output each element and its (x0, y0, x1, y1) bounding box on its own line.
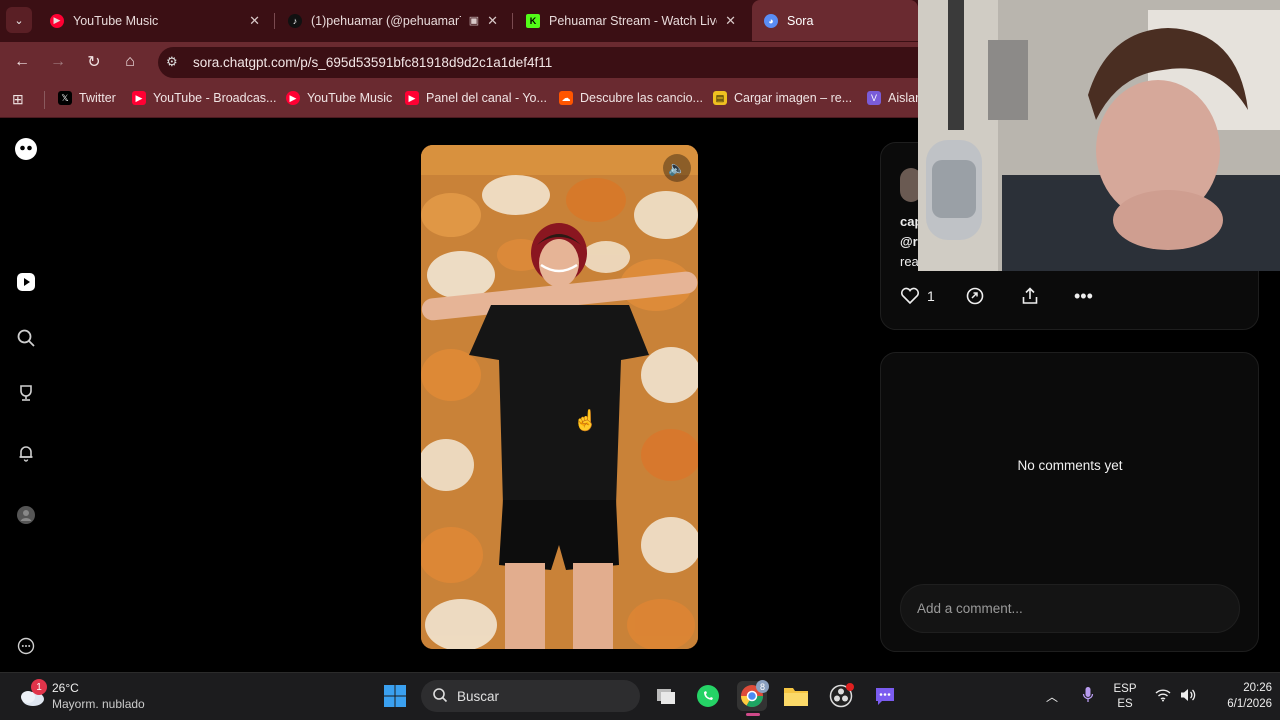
bookmark-label: Cargar imagen – re... (734, 91, 853, 105)
caption-line: rea (900, 254, 919, 269)
apps-grid-icon[interactable]: ⊞ (12, 91, 24, 108)
back-button[interactable]: ← (12, 52, 32, 72)
soundcloud-icon: ☁ (559, 91, 573, 105)
tab-title: (1)pehuamar (@pehuamar7 (311, 13, 461, 28)
tab-title: Sora (787, 13, 814, 28)
close-icon[interactable]: ✕ (725, 13, 736, 29)
bookmark-divider (44, 91, 45, 109)
forward-button[interactable]: → (48, 52, 68, 72)
webcam-overlay (918, 0, 1280, 271)
microphone-icon[interactable] (1082, 686, 1094, 709)
bookmark-twitter[interactable]: 𝕏 Twitter (58, 91, 116, 105)
tray-expand-icon[interactable]: ︿ (1046, 688, 1058, 705)
tab-search-button[interactable]: ⌄ (6, 7, 32, 33)
tab-kick[interactable]: K Pehuamar Stream - Watch Live ✕ (514, 0, 748, 41)
share-button[interactable] (1020, 285, 1040, 307)
weather-badge: 1 (31, 679, 47, 695)
active-app-indicator (746, 713, 760, 716)
bookmark-label: Aislar (888, 91, 920, 105)
remix-icon (966, 287, 984, 305)
task-view-icon[interactable] (651, 681, 681, 711)
heart-icon (900, 287, 920, 305)
remix-button[interactable] (965, 285, 985, 307)
wifi-icon[interactable] (1155, 688, 1171, 705)
home-button[interactable]: ⌂ (120, 52, 140, 72)
no-comments-text: No comments yet (1017, 458, 1123, 473)
bookmark-label: Descubre las cancio... (580, 91, 703, 105)
reload-button[interactable]: ↻ (84, 52, 104, 72)
windows-start-icon[interactable] (380, 681, 410, 711)
url-text[interactable]: sora.chatgpt.com/p/s_695d53591bfc81918d9… (193, 55, 552, 70)
trophy-icon[interactable] (14, 381, 38, 405)
x-logo-icon: 𝕏 (58, 91, 72, 105)
more-button[interactable]: ••• (1074, 285, 1093, 307)
bookmark-label: YouTube - Broadcas... (153, 91, 277, 105)
tab-tiktok[interactable]: ♪ (1)pehuamar (@pehuamar7 ▣ ✕ (276, 0, 510, 41)
caption-line: @r (900, 234, 918, 249)
search-icon (432, 687, 448, 706)
youtube-music-icon: ▶ (286, 91, 300, 105)
search-icon[interactable] (14, 326, 38, 350)
search-label: Buscar (457, 688, 500, 704)
chat-app-icon[interactable] (870, 681, 900, 711)
video-player[interactable] (421, 145, 698, 649)
chrome-profile-badge: 8 (756, 680, 769, 693)
bookmark-channel-panel[interactable]: ▶ Panel del canal - Yo... (405, 91, 547, 105)
clock-date[interactable]: 6/1/2026 (1200, 698, 1272, 710)
bell-icon[interactable] (14, 441, 38, 465)
like-button[interactable]: 1 (900, 285, 935, 307)
kick-icon: K (526, 13, 540, 28)
play-feed-icon[interactable] (14, 270, 38, 294)
speaker-icon[interactable] (1179, 687, 1197, 708)
profile-avatar-icon[interactable] (14, 503, 38, 527)
weather-temperature[interactable]: 26°C (52, 681, 79, 695)
tab-separator (274, 13, 275, 29)
tiktok-icon: ♪ (288, 13, 302, 28)
bookmark-label: YouTube Music (307, 91, 393, 105)
tab-title: Pehuamar Stream - Watch Live (549, 13, 718, 28)
media-icon: ▣ (468, 15, 480, 27)
bookmark-youtube-music[interactable]: ▶ YouTube Music (286, 91, 392, 105)
recording-indicator (846, 683, 854, 691)
tab-separator (512, 13, 513, 29)
like-count: 1 (927, 288, 935, 304)
sora-icon: ◕ (764, 13, 778, 28)
youtube-icon: ▶ (405, 91, 419, 105)
share-icon (1022, 287, 1038, 304)
taskbar-search[interactable]: Buscar (421, 680, 640, 712)
input-language[interactable]: ESP (1110, 683, 1140, 695)
whatsapp-icon[interactable] (693, 681, 723, 711)
chevron-down-icon: ⌄ (14, 14, 24, 27)
ellipsis-icon: ••• (1074, 285, 1093, 306)
tab-youtube-music[interactable]: ▶ YouTube Music ✕ (38, 0, 272, 41)
cursor-hand-icon: ☝ (573, 410, 598, 432)
v-logo-icon: V (867, 91, 881, 105)
bookmark-youtube-broadcast[interactable]: ▶ YouTube - Broadcas... (132, 91, 276, 105)
image-upload-icon: ▤ (713, 91, 727, 105)
bookmark-aislar[interactable]: V Aislar (867, 91, 919, 105)
comment-input[interactable]: Add a comment... (900, 584, 1240, 633)
bookmark-label: Panel del canal - Yo... (426, 91, 547, 105)
bookmark-label: Twitter (79, 91, 116, 105)
weather-description[interactable]: Mayorm. nublado (52, 697, 145, 711)
youtube-icon: ▶ (132, 91, 146, 105)
clock-time[interactable]: 20:26 (1208, 682, 1272, 694)
bookmark-upload-image[interactable]: ▤ Cargar imagen – re... (713, 91, 852, 105)
close-icon[interactable]: ✕ (487, 13, 498, 29)
close-icon[interactable]: ✕ (249, 13, 260, 29)
youtube-music-icon: ▶ (50, 13, 64, 28)
sora-logo-icon[interactable] (14, 137, 38, 161)
more-options-icon[interactable] (14, 634, 38, 658)
volume-icon[interactable]: 🔈 (663, 154, 691, 182)
keyboard-layout[interactable]: ES (1110, 698, 1140, 710)
file-explorer-icon[interactable] (781, 681, 811, 711)
bookmark-soundcloud[interactable]: ☁ Descubre las cancio... (559, 91, 703, 105)
tab-sora[interactable]: ◕ Sora (752, 0, 918, 41)
site-info-icon[interactable]: ⚙ (166, 54, 178, 70)
tab-title: YouTube Music (73, 13, 159, 28)
